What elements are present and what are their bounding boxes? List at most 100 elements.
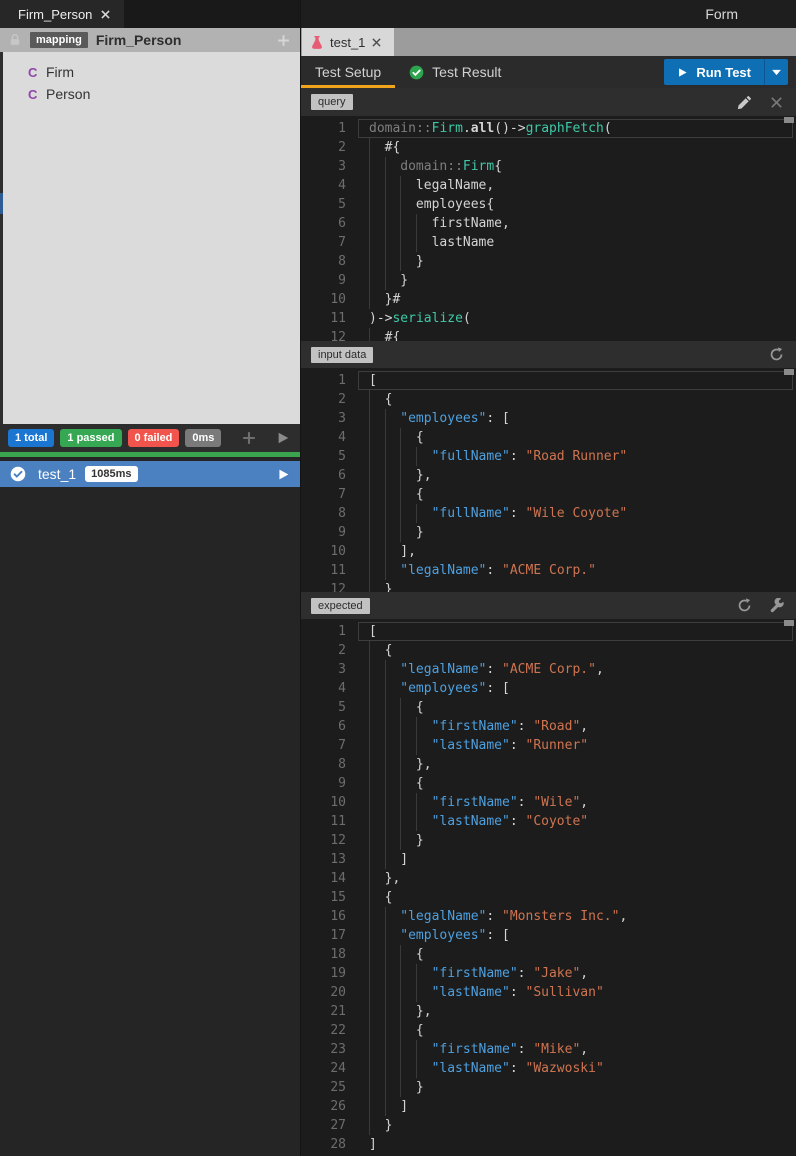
run-test-icon[interactable] xyxy=(277,468,290,481)
code-line[interactable]: 12 #{ xyxy=(301,328,796,341)
code-line[interactable]: 4 legalName, xyxy=(301,176,796,195)
code-line[interactable]: 7 lastName xyxy=(301,233,796,252)
tab-test-result[interactable]: Test Result xyxy=(395,56,515,88)
code-line[interactable]: 21}, xyxy=(301,1002,796,1021)
expected-result-editor[interactable]: 1[2{3 "legalName": "ACME Corp.", 4 "employe… xyxy=(300,619,796,1156)
code-line[interactable]: 6}, xyxy=(301,466,796,485)
code-line[interactable]: 9} xyxy=(301,523,796,542)
class-icon: C xyxy=(28,64,38,80)
code-line[interactable]: 6 "firstName": "Road", xyxy=(301,717,796,736)
code-line[interactable]: 15{ xyxy=(301,888,796,907)
result-passed-check-icon xyxy=(409,65,424,79)
code-line[interactable]: 9} xyxy=(301,271,796,290)
code-line[interactable]: 8}, xyxy=(301,755,796,774)
run-test-label: Run Test xyxy=(696,64,751,80)
tree-item-person[interactable]: C Person xyxy=(0,83,300,105)
flask-icon xyxy=(312,36,322,49)
close-icon[interactable] xyxy=(101,9,111,19)
total-count-badge: 1 total xyxy=(8,429,55,447)
code-line[interactable]: 3 "legalName": "ACME Corp.", xyxy=(301,660,796,679)
code-line[interactable]: 8 "fullName": "Wile Coyote" xyxy=(301,504,796,523)
code-line[interactable]: 5 employees{ xyxy=(301,195,796,214)
code-line[interactable]: 10 "firstName": "Wile", xyxy=(301,793,796,812)
test-name: test_1 xyxy=(38,466,77,482)
test-tabbar: test_1 xyxy=(300,28,796,56)
lock-icon xyxy=(10,34,20,45)
code-line[interactable]: 16 "legalName": "Monsters Inc.", xyxy=(301,907,796,926)
code-line[interactable]: 28] xyxy=(301,1135,796,1154)
code-line[interactable]: 2{ xyxy=(301,641,796,660)
tab-firm-person-mapping[interactable]: Firm_Person xyxy=(0,0,124,28)
close-icon[interactable] xyxy=(372,37,382,47)
code-line[interactable]: 1 domain::Firm.all()->graphFetch( xyxy=(301,119,796,138)
code-line[interactable]: 23 "firstName": "Mike", xyxy=(301,1040,796,1059)
test-progress-bar xyxy=(0,452,300,457)
element-type-badge: mapping xyxy=(30,32,88,48)
passed-count-badge: 1 passed xyxy=(60,429,122,447)
refresh-icon[interactable] xyxy=(769,347,784,362)
code-line[interactable]: 5 "fullName": "Road Runner" xyxy=(301,447,796,466)
tree-item-label: Person xyxy=(46,86,91,102)
code-line[interactable]: 12} xyxy=(301,831,796,850)
code-line[interactable]: 27} xyxy=(301,1116,796,1135)
run-all-tests-icon[interactable] xyxy=(276,431,290,445)
add-test-icon[interactable] xyxy=(242,431,256,445)
code-line[interactable]: 3 domain::Firm{ xyxy=(301,157,796,176)
tree-item-firm[interactable]: C Firm xyxy=(0,61,300,83)
run-test-button[interactable]: Run Test xyxy=(664,59,764,85)
code-line[interactable]: 26] xyxy=(301,1097,796,1116)
code-line[interactable]: 11 "legalName": "ACME Corp." xyxy=(301,561,796,580)
test-row-test_1[interactable]: test_1 1085ms xyxy=(0,461,300,487)
code-line[interactable]: 7{ xyxy=(301,485,796,504)
query-editor[interactable]: 1 domain::Firm.all()->graphFetch(2 #{3 doma… xyxy=(300,116,796,341)
editor-tabbar: Firm_Person xyxy=(0,0,300,28)
code-line[interactable]: 22{ xyxy=(301,1021,796,1040)
code-line[interactable]: 11)->serialize( xyxy=(301,309,796,328)
code-line[interactable]: 2{ xyxy=(301,390,796,409)
tab-label: Firm_Person xyxy=(18,6,93,22)
expected-panel-header: expected xyxy=(300,592,796,619)
code-line[interactable]: 3 "employees": [ xyxy=(301,409,796,428)
code-line[interactable]: 10], xyxy=(301,542,796,561)
code-line[interactable]: 10}# xyxy=(301,290,796,309)
code-line[interactable]: 8} xyxy=(301,252,796,271)
tab-test_1[interactable]: test_1 xyxy=(302,28,394,56)
code-line[interactable]: 13] xyxy=(301,850,796,869)
close-icon[interactable] xyxy=(769,95,784,110)
code-line[interactable]: 4 "employees": [ xyxy=(301,679,796,698)
code-line[interactable]: 6 firstName, xyxy=(301,214,796,233)
code-line[interactable]: 14}, xyxy=(301,869,796,888)
wrench-icon[interactable] xyxy=(769,598,784,613)
code-line[interactable]: 9{ xyxy=(301,774,796,793)
code-line[interactable]: 7 "lastName": "Runner" xyxy=(301,736,796,755)
mapping-element-tree: C Firm C Person xyxy=(0,52,300,424)
mapping-panel-header: mapping Firm_Person xyxy=(0,28,300,52)
code-line[interactable]: 11 "lastName": "Coyote" xyxy=(301,812,796,831)
input-data-editor[interactable]: 1[2{3 "employees": [4{5 "fullName": "Road … xyxy=(300,368,796,592)
tab-label: test_1 xyxy=(330,34,366,50)
scroll-indicator-thumb xyxy=(0,193,3,214)
code-line[interactable]: 25} xyxy=(301,1078,796,1097)
overview-ruler-mark xyxy=(784,369,794,375)
test-summary-bar: 1 total 1 passed 0 failed 0ms xyxy=(0,424,300,452)
code-line[interactable]: 18{ xyxy=(301,945,796,964)
pencil-icon[interactable] xyxy=(737,95,752,110)
code-line[interactable]: 4{ xyxy=(301,428,796,447)
code-line[interactable]: 1[ xyxy=(301,622,796,641)
plus-icon[interactable] xyxy=(277,34,290,47)
tree-item-label: Firm xyxy=(46,64,74,80)
code-line[interactable]: 20 "lastName": "Sullivan" xyxy=(301,983,796,1002)
code-line[interactable]: 24 "lastName": "Wazwoski" xyxy=(301,1059,796,1078)
code-line[interactable]: 12} xyxy=(301,580,796,592)
code-line[interactable]: 19 "firstName": "Jake", xyxy=(301,964,796,983)
refresh-icon[interactable] xyxy=(737,598,752,613)
code-line[interactable]: 2 #{ xyxy=(301,138,796,157)
code-line[interactable]: 5{ xyxy=(301,698,796,717)
code-line[interactable]: 1[ xyxy=(301,371,796,390)
run-test-options-button[interactable] xyxy=(764,59,788,85)
code-line[interactable]: 17 "employees": [ xyxy=(301,926,796,945)
form-mode-label[interactable]: Form xyxy=(705,6,738,22)
total-time-badge: 0ms xyxy=(185,429,222,447)
mapping-title: Firm_Person xyxy=(95,32,182,48)
tab-test-setup[interactable]: Test Setup xyxy=(301,56,396,88)
